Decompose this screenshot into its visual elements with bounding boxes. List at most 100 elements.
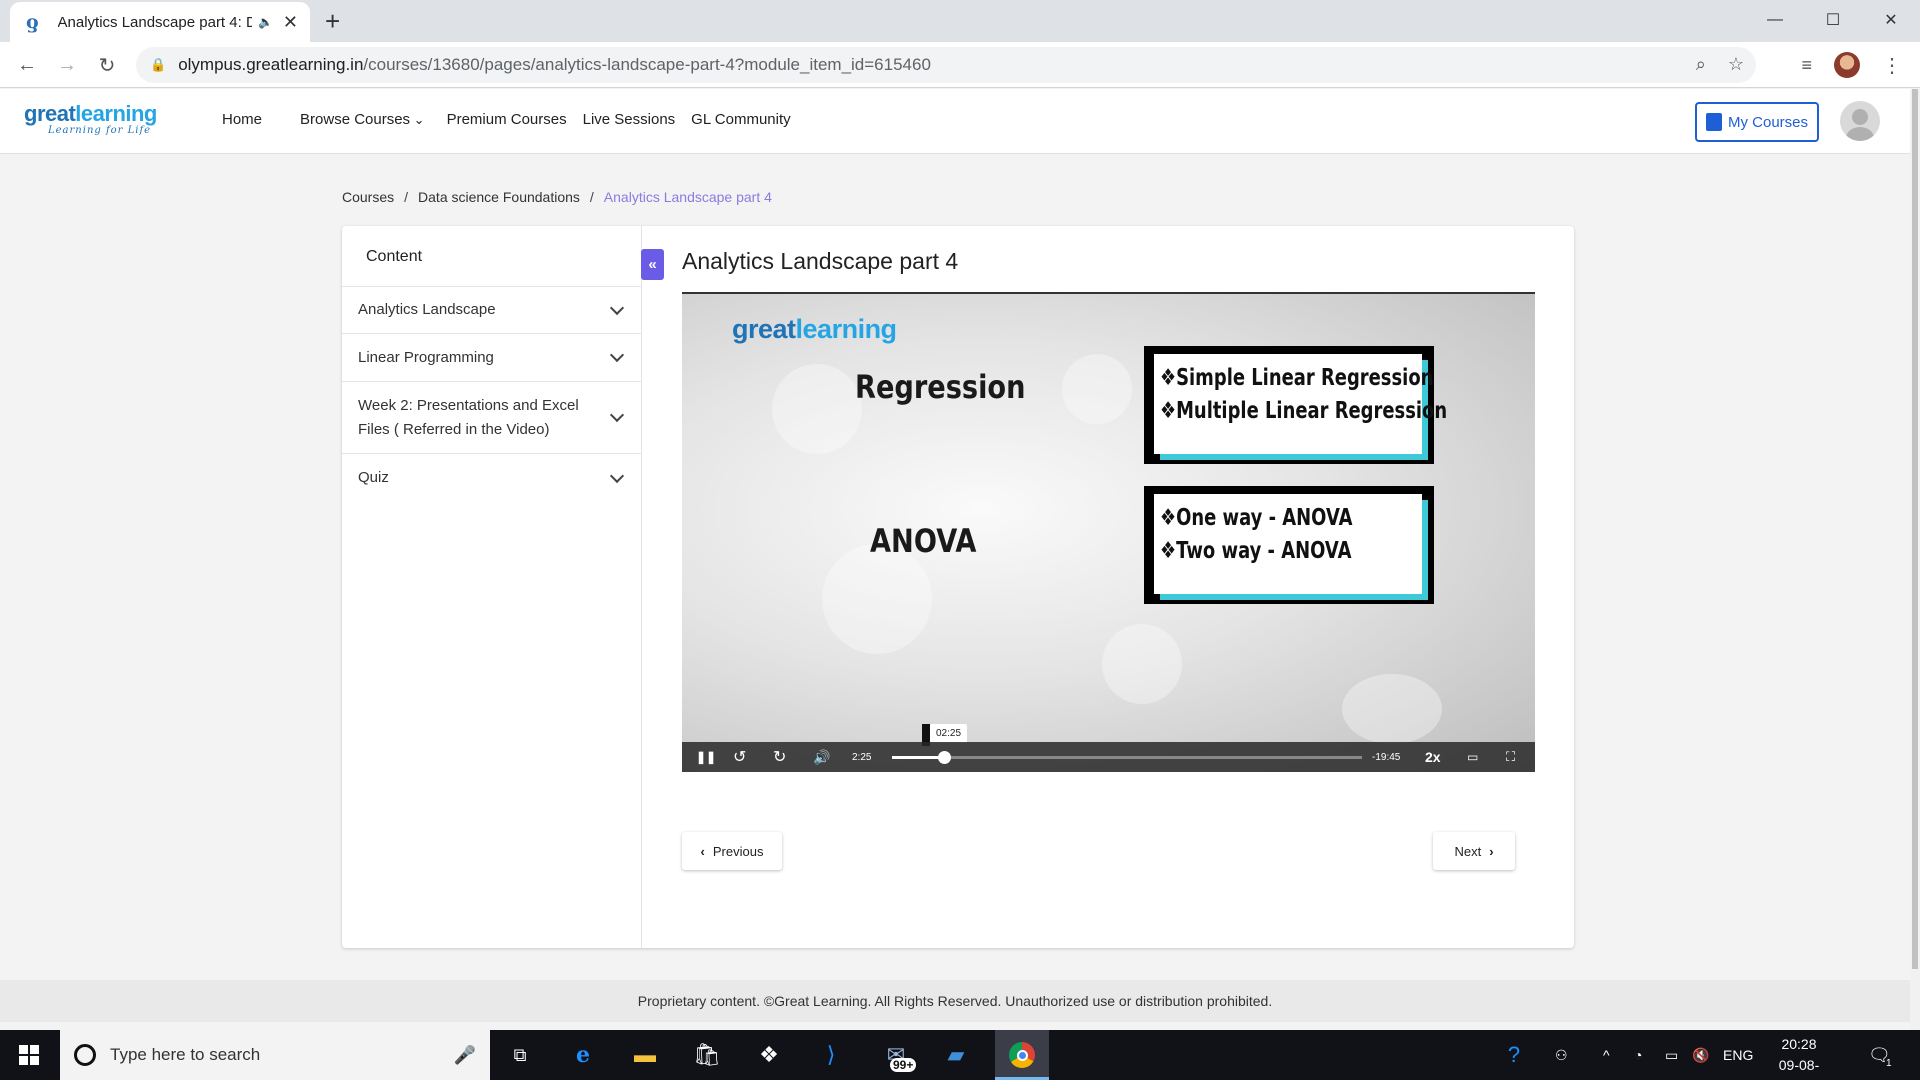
zoom-icon[interactable]: ⌕ xyxy=(1696,54,1706,75)
taskbar-search[interactable]: Type here to search 🎤 xyxy=(60,1030,490,1080)
store-icon[interactable]: 🛍 xyxy=(691,1040,723,1070)
captions-icon[interactable]: ▭ xyxy=(1467,750,1478,764)
forward-icon[interactable]: ↻ xyxy=(773,747,786,767)
chevron-right-icon: › xyxy=(1489,843,1494,859)
nav-premium-courses[interactable]: Premium Courses xyxy=(447,111,567,128)
breadcrumb-course[interactable]: Data science Foundations xyxy=(418,189,580,205)
chevron-down-icon xyxy=(609,468,625,483)
previous-label: Previous xyxy=(712,843,764,859)
module-label: Week 2: Presentations and Excel Files ( … xyxy=(358,396,579,438)
help-icon[interactable]: ? xyxy=(1498,1040,1530,1070)
nav-home[interactable]: Home xyxy=(222,111,262,128)
breadcrumb-separator: / xyxy=(404,189,409,205)
rewind-icon[interactable]: ↺ xyxy=(733,747,746,767)
video-controls: ❚❚ ↺ ↻ 🔊 2:25 -19:45 2x ▭ ⛶ xyxy=(682,742,1535,772)
lock-icon[interactable]: 🔒 xyxy=(150,57,166,73)
video-bokeh xyxy=(822,544,932,654)
scrollbar-thumb[interactable] xyxy=(1912,89,1918,969)
taskbar-clock[interactable]: 20:28 09-08-2020 xyxy=(1764,1034,1834,1080)
nav-gl-community[interactable]: GL Community xyxy=(691,111,790,128)
module-analytics-landscape[interactable]: Analytics Landscape xyxy=(342,286,642,334)
clock-date: 09-08-2020 xyxy=(1778,1057,1820,1080)
fullscreen-icon[interactable]: ⛶ xyxy=(1506,749,1515,765)
back-arrow-icon[interactable]: ← xyxy=(12,50,42,80)
bookmark-star-icon[interactable]: ☆ xyxy=(1728,54,1744,75)
tab-title: Analytics Landscape part 4: D xyxy=(57,13,252,31)
chevron-up-icon[interactable]: ^ xyxy=(1603,1030,1610,1080)
forward-arrow-icon[interactable]: → xyxy=(52,50,82,80)
url-path: /courses/13680/pages/analytics-landscape… xyxy=(363,55,931,74)
book-icon xyxy=(1705,113,1722,131)
video-box-regression: ❖Simple Linear Regression ❖Multiple Line… xyxy=(1144,346,1447,464)
video-logo: greatlearning xyxy=(732,314,897,344)
media-control-icon[interactable]: ≡ xyxy=(1801,55,1812,76)
next-button[interactable]: Next › xyxy=(1433,832,1515,870)
logo-word-2: learning xyxy=(75,101,157,126)
greatlearning-logo[interactable]: greatlearning Learning for Life xyxy=(24,101,157,136)
mute-icon[interactable]: 🔇 xyxy=(1692,1030,1709,1080)
chevron-down-icon xyxy=(609,347,625,363)
speaker-icon[interactable]: 🔈 xyxy=(258,15,273,29)
minimize-button[interactable]: — xyxy=(1746,0,1804,40)
remaining-time: -19:45 xyxy=(1372,751,1401,763)
close-tab-icon[interactable]: ✕ xyxy=(283,12,298,33)
nav-live-sessions[interactable]: Live Sessions xyxy=(583,111,676,128)
progress-fill xyxy=(892,756,944,759)
video-heading-regression: Regression xyxy=(855,368,1026,406)
powershell-icon[interactable]: ▰ xyxy=(940,1040,972,1070)
visual-studio-icon[interactable]: ⟩ xyxy=(815,1040,847,1070)
video-bokeh xyxy=(772,364,862,454)
language-indicator[interactable]: ENG xyxy=(1723,1030,1753,1080)
file-explorer-icon[interactable]: ▬ xyxy=(629,1040,661,1070)
page-scrollbar[interactable] xyxy=(1910,89,1920,1030)
playback-speed-button[interactable]: 2x xyxy=(1425,749,1441,765)
close-window-button[interactable]: ✕ xyxy=(1862,0,1920,40)
clock-time: 20:28 xyxy=(1781,1036,1817,1052)
reload-icon[interactable]: ↻ xyxy=(92,50,122,80)
chevron-left-icon: ‹ xyxy=(700,843,705,859)
module-linear-programming[interactable]: Linear Programming xyxy=(342,334,642,382)
task-view-icon[interactable]: ⧉ xyxy=(504,1040,536,1070)
module-quiz[interactable]: Quiz xyxy=(342,454,642,502)
new-tab-button[interactable]: + xyxy=(325,6,340,37)
video-bokeh xyxy=(1062,354,1132,424)
maximize-button[interactable]: ☐ xyxy=(1804,0,1862,40)
video-bokeh xyxy=(1102,624,1182,704)
chevron-down-icon xyxy=(609,407,625,423)
video-box-anova: ❖One way - ANOVA ❖Two way - ANOVA xyxy=(1144,486,1434,604)
microphone-icon[interactable]: 🎤 xyxy=(454,1045,476,1066)
breadcrumb-courses[interactable]: Courses xyxy=(342,189,394,205)
windows-logo-icon xyxy=(19,1045,39,1065)
module-week-2[interactable]: Week 2: Presentations and Excel Files ( … xyxy=(342,382,642,454)
progress-handle[interactable] xyxy=(938,751,951,764)
nav-browse-courses[interactable]: Browse Courses xyxy=(300,111,425,128)
notifications-icon[interactable]: 🗨 xyxy=(1868,1030,1891,1080)
edge-icon[interactable]: e xyxy=(567,1040,599,1070)
my-courses-button[interactable]: My Courses xyxy=(1695,102,1819,142)
video-box-line: ❖Simple Linear Regression xyxy=(1160,365,1434,391)
cortana-icon xyxy=(74,1044,96,1066)
user-avatar[interactable] xyxy=(1840,101,1880,141)
collapse-sidebar-button[interactable]: « xyxy=(641,249,664,280)
dropbox-icon[interactable]: ❖ xyxy=(753,1040,785,1070)
start-button[interactable] xyxy=(0,1030,58,1080)
battery-icon[interactable]: ▭ xyxy=(1665,1030,1678,1080)
people-icon[interactable]: ⚇ xyxy=(1555,1030,1568,1080)
profile-avatar[interactable] xyxy=(1834,52,1860,78)
wifi-icon[interactable]: ◔ xyxy=(1634,1030,1642,1080)
browser-tab-bar: ƍ Analytics Landscape part 4: D 🔈 ✕ + — … xyxy=(0,0,1920,42)
browser-menu-icon[interactable]: ⋮ xyxy=(1882,53,1902,78)
progress-bar[interactable] xyxy=(892,751,1362,764)
volume-icon[interactable]: 🔊 xyxy=(813,749,830,766)
logo-word-1: great xyxy=(24,101,76,126)
address-bar[interactable]: 🔒 olympus.greatlearning.in/courses/13680… xyxy=(136,47,1756,83)
video-player[interactable]: greatlearning Regression ANOVA ❖Simple L… xyxy=(682,292,1535,772)
pause-icon[interactable]: ❚❚ xyxy=(696,750,716,764)
video-box-line: ❖Two way - ANOVA xyxy=(1160,538,1352,564)
previous-button[interactable]: ‹ Previous xyxy=(682,832,782,870)
main-nav: Home Browse Courses Premium Courses Live… xyxy=(222,111,807,128)
browser-toolbar: ← → ↻ 🔒 olympus.greatlearning.in/courses… xyxy=(0,42,1920,88)
browser-tab[interactable]: ƍ Analytics Landscape part 4: D 🔈 ✕ xyxy=(10,2,310,42)
current-time: 2:25 xyxy=(852,751,872,763)
course-card: Content Analytics Landscape Linear Progr… xyxy=(342,226,1574,948)
